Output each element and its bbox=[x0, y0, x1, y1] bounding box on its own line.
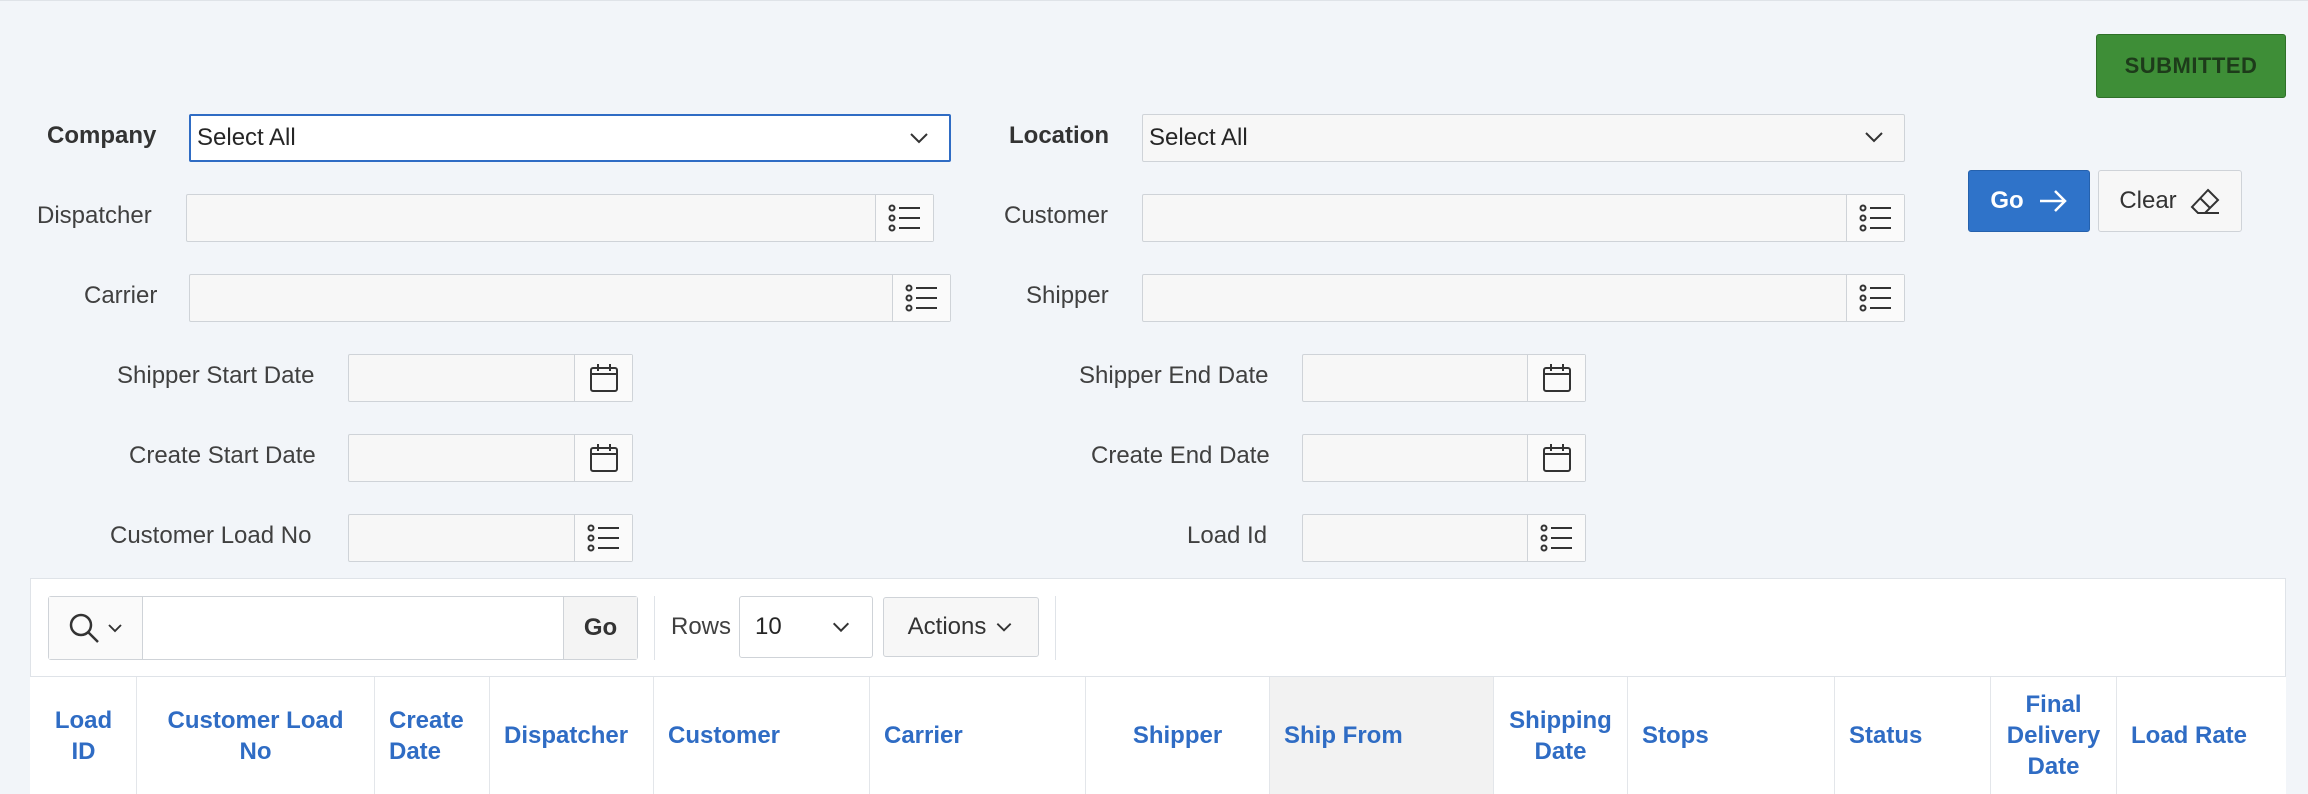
submitted-status-button[interactable]: SUBMITTED bbox=[2096, 34, 2286, 98]
chevron-down-icon bbox=[997, 623, 1012, 632]
top-divider bbox=[0, 0, 2308, 1]
calendar-icon bbox=[589, 364, 618, 392]
carrier-field[interactable] bbox=[189, 274, 951, 322]
company-select-value: Select All bbox=[197, 124, 296, 151]
search-column-selector[interactable] bbox=[49, 597, 143, 659]
load-id-field[interactable] bbox=[1302, 514, 1586, 562]
rows-label: Rows bbox=[671, 613, 732, 640]
company-label: Company bbox=[47, 122, 157, 149]
customer-field[interactable] bbox=[1142, 194, 1905, 242]
customer-load-no-field[interactable] bbox=[348, 514, 633, 562]
create-end-date-picker-button[interactable] bbox=[1527, 435, 1585, 481]
create-end-date-label: Create End Date bbox=[1091, 442, 1270, 469]
column-header-dispatcher[interactable]: Dispatcher bbox=[490, 677, 654, 794]
load-id-list-button[interactable] bbox=[1527, 515, 1585, 561]
customer-label: Customer bbox=[1004, 202, 1109, 229]
shipper-list-button[interactable] bbox=[1846, 275, 1904, 321]
carrier-label: Carrier bbox=[84, 282, 158, 309]
column-header-customer-load-no[interactable]: Customer Load No bbox=[137, 677, 375, 794]
search-icon bbox=[69, 613, 99, 643]
shipper-start-date-picker-button[interactable] bbox=[574, 355, 632, 401]
dispatcher-field[interactable] bbox=[186, 194, 934, 242]
list-icon bbox=[1859, 204, 1891, 232]
shipper-start-date-label: Shipper Start Date bbox=[117, 362, 315, 389]
location-select-value: Select All bbox=[1149, 124, 1248, 151]
list-icon bbox=[905, 284, 937, 312]
clear-button-label: Clear bbox=[2119, 187, 2177, 214]
arrow-right-icon bbox=[2039, 190, 2067, 212]
create-start-date-field[interactable] bbox=[348, 434, 633, 482]
column-header-carrier[interactable]: Carrier bbox=[870, 677, 1086, 794]
column-header-shipping-date[interactable]: Shipping Date bbox=[1494, 677, 1628, 794]
calendar-icon bbox=[1542, 364, 1571, 392]
column-header-load-id[interactable]: Load ID bbox=[31, 677, 137, 794]
shipper-end-date-picker-button[interactable] bbox=[1527, 355, 1585, 401]
chevron-down-icon bbox=[1865, 132, 1883, 143]
chevron-down-icon bbox=[832, 622, 850, 633]
clear-button[interactable]: Clear bbox=[2098, 170, 2242, 232]
shipper-field[interactable] bbox=[1142, 274, 1905, 322]
carrier-list-button[interactable] bbox=[892, 275, 950, 321]
column-header-final-delivery-date[interactable]: Final Delivery Date bbox=[1991, 677, 2117, 794]
list-icon bbox=[1859, 284, 1891, 312]
shipper-start-date-field[interactable] bbox=[348, 354, 633, 402]
customer-load-no-label: Customer Load No bbox=[110, 522, 312, 549]
load-id-label: Load Id bbox=[1187, 522, 1268, 549]
shipper-end-date-field[interactable] bbox=[1302, 354, 1586, 402]
location-label: Location bbox=[1009, 122, 1109, 149]
actions-menu-button[interactable]: Actions bbox=[883, 597, 1039, 657]
location-select[interactable]: Select All bbox=[1142, 114, 1905, 162]
customer-list-button[interactable] bbox=[1846, 195, 1904, 241]
report-search-go-button[interactable]: Go bbox=[563, 597, 637, 659]
chevron-down-icon bbox=[910, 133, 928, 144]
eraser-icon bbox=[2190, 188, 2220, 214]
column-header-customer[interactable]: Customer bbox=[654, 677, 870, 794]
chevron-down-icon bbox=[107, 624, 122, 633]
report-search[interactable]: Go bbox=[48, 596, 638, 660]
list-icon bbox=[1540, 524, 1572, 552]
column-header-stops[interactable]: Stops bbox=[1628, 677, 1835, 794]
list-icon bbox=[888, 204, 920, 232]
dispatcher-label: Dispatcher bbox=[37, 202, 152, 229]
list-icon bbox=[587, 524, 619, 552]
go-button-label: Go bbox=[1990, 187, 2024, 214]
toolbar-divider bbox=[654, 596, 655, 660]
create-end-date-field[interactable] bbox=[1302, 434, 1586, 482]
create-start-date-label: Create Start Date bbox=[129, 442, 316, 469]
rows-select[interactable]: 10 bbox=[739, 596, 873, 658]
column-header-status[interactable]: Status bbox=[1835, 677, 1991, 794]
toolbar-divider bbox=[1055, 596, 1056, 660]
column-header-load-rate[interactable]: Load Rate bbox=[2117, 677, 2286, 794]
dispatcher-list-button[interactable] bbox=[875, 195, 933, 241]
rows-select-value: 10 bbox=[755, 613, 782, 640]
calendar-icon bbox=[1542, 444, 1571, 472]
actions-button-label: Actions bbox=[907, 613, 987, 640]
column-header-shipper[interactable]: Shipper bbox=[1086, 677, 1270, 794]
calendar-icon bbox=[589, 444, 618, 472]
shipper-end-date-label: Shipper End Date bbox=[1079, 362, 1269, 389]
go-button[interactable]: Go bbox=[1968, 170, 2090, 232]
shipper-label: Shipper bbox=[1026, 282, 1109, 309]
report-search-input[interactable] bbox=[145, 599, 555, 657]
company-select[interactable]: Select All bbox=[189, 114, 951, 162]
column-header-create-date[interactable]: Create Date bbox=[375, 677, 490, 794]
create-start-date-picker-button[interactable] bbox=[574, 435, 632, 481]
column-header-ship-from[interactable]: Ship From bbox=[1270, 677, 1494, 794]
customer-load-no-list-button[interactable] bbox=[574, 515, 632, 561]
